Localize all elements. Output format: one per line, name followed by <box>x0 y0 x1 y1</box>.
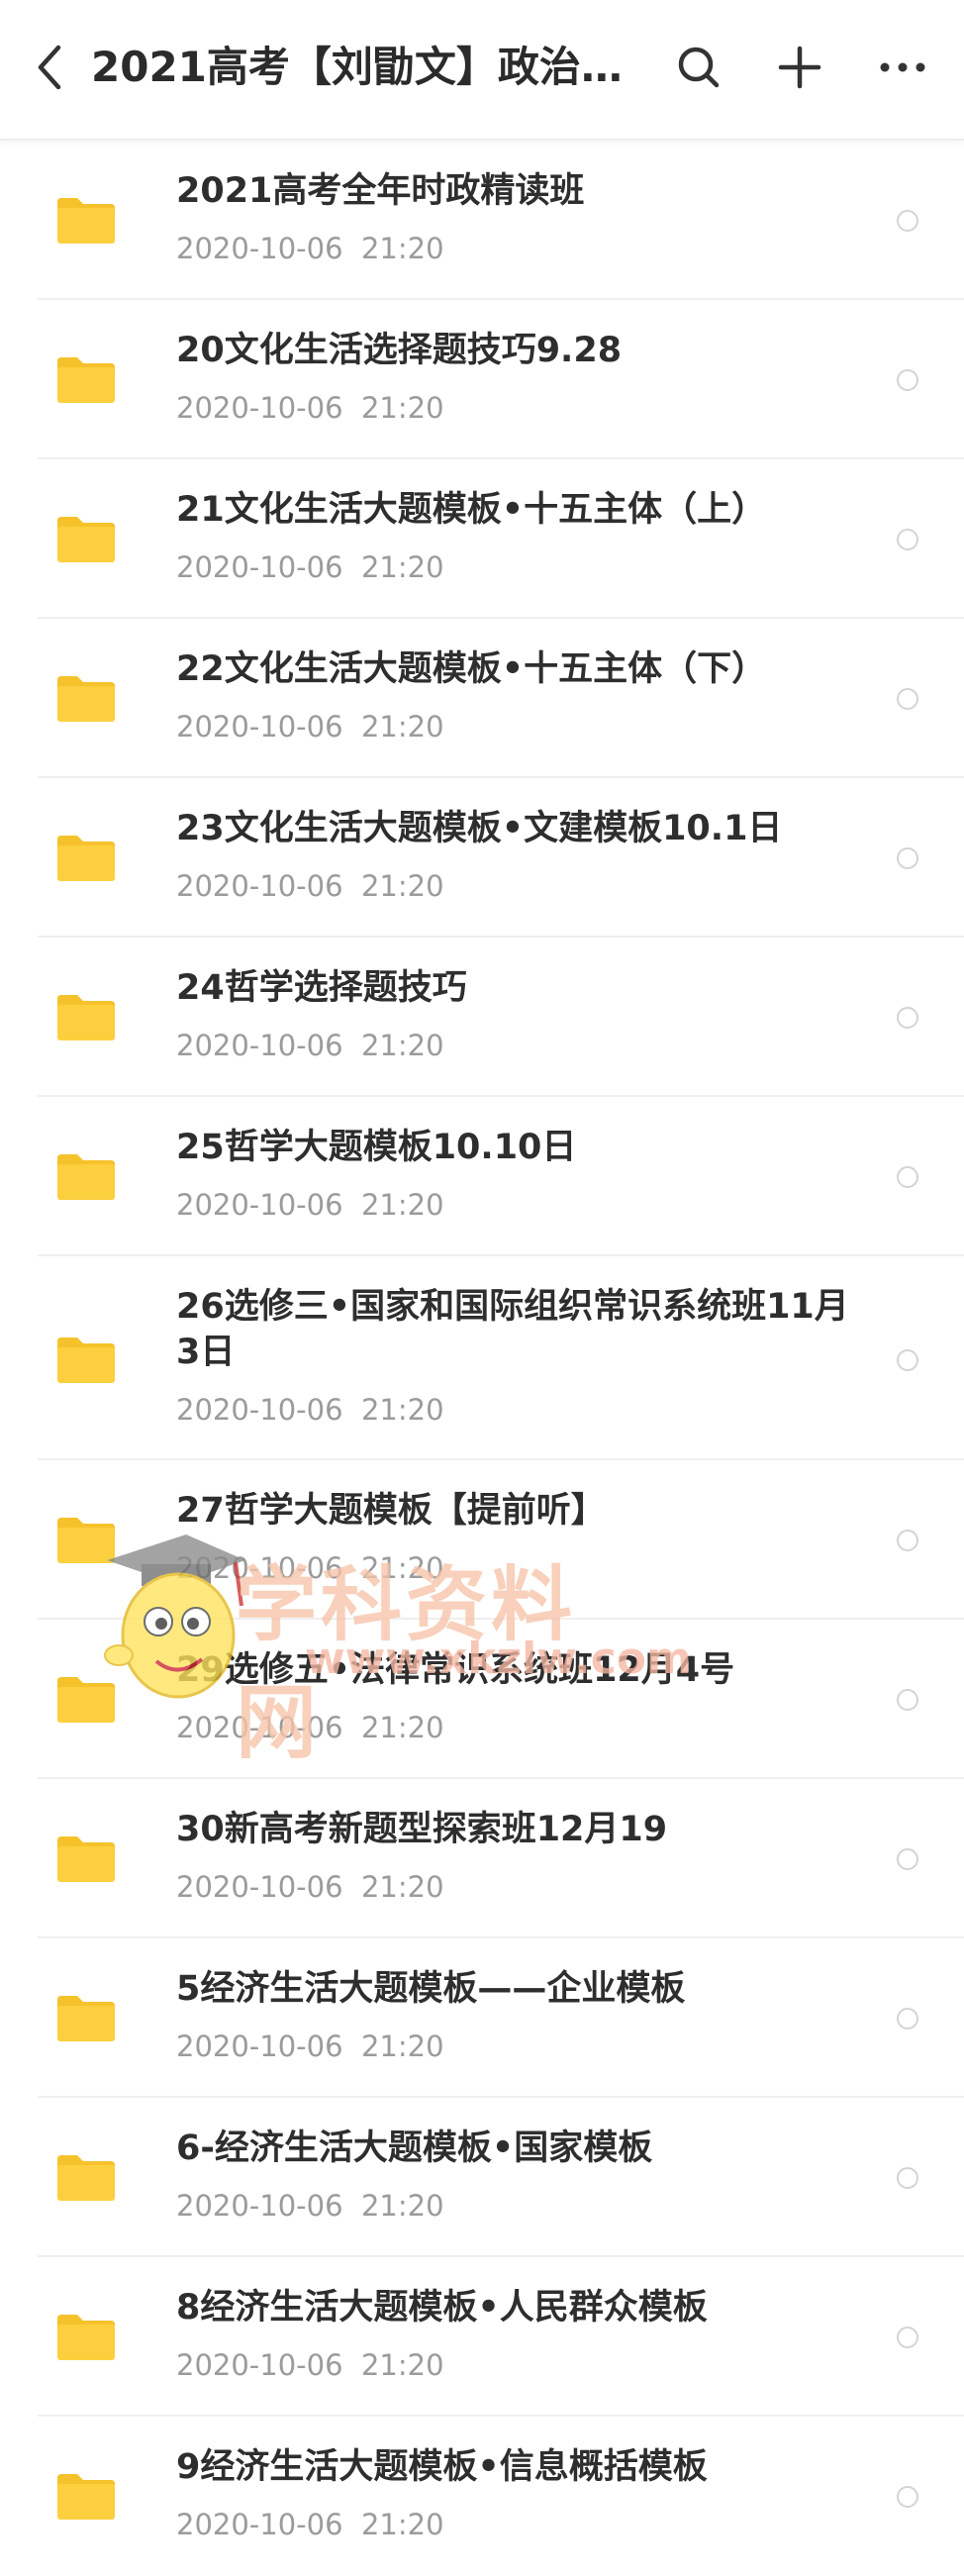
file-date: 2020-10-06 21:20 <box>176 1870 444 1904</box>
add-button[interactable] <box>768 36 831 99</box>
file-name: 25哲学大题模板10.10日 <box>176 1128 577 1167</box>
list-item[interactable]: 27哲学大题模板【提前听】 2020-10-06 21:20 <box>0 1460 964 1620</box>
folder-icon <box>57 517 115 562</box>
folder-icon <box>57 1338 115 1383</box>
file-date: 2020-10-06 21:20 <box>176 391 444 425</box>
file-date: 2020-10-06 21:20 <box>176 1393 444 1427</box>
folder-icon <box>57 1836 115 1882</box>
file-date: 2020-10-06 21:20 <box>176 550 444 584</box>
file-date: 2020-10-06 21:20 <box>176 2030 444 2063</box>
list-item[interactable]: 23文化生活大题模板•文建模板10.1日 2020-10-06 21:20 <box>0 778 964 938</box>
select-radio[interactable] <box>897 1848 918 1870</box>
select-radio[interactable] <box>897 2167 918 2189</box>
list-item[interactable]: 5经济生活大题模板——企业模板 2020-10-06 21:20 <box>0 1938 964 2098</box>
list-item[interactable]: 24哲学选择题技巧 2020-10-06 21:20 <box>0 938 964 1097</box>
select-radio[interactable] <box>897 2486 918 2508</box>
list-item[interactable]: 26选修三•国家和国际组织常识系统班11月3日 2020-10-06 21:20 <box>0 1256 964 1460</box>
folder-icon <box>57 1996 115 2041</box>
select-radio[interactable] <box>897 529 918 550</box>
select-radio[interactable] <box>897 1689 918 1711</box>
file-date: 2020-10-06 21:20 <box>176 869 444 903</box>
folder-icon <box>57 2474 115 2520</box>
select-radio[interactable] <box>897 2327 918 2348</box>
search-button[interactable] <box>667 36 730 99</box>
file-name: 24哲学选择题技巧 <box>176 968 467 1008</box>
more-button[interactable] <box>871 36 934 99</box>
list-item[interactable]: 2021高考全年时政精读班 2020-10-06 21:20 <box>0 141 964 300</box>
list-item[interactable]: 21文化生活大题模板•十五主体（上） 2020-10-06 21:20 <box>0 459 964 619</box>
select-radio[interactable] <box>897 847 918 869</box>
select-radio[interactable] <box>897 1007 918 1029</box>
folder-icon <box>57 995 115 1040</box>
file-name: 26选修三•国家和国际组织常识系统班11月3日 <box>176 1287 849 1372</box>
file-name: 29选修五•法律常识系统班12月4号 <box>176 1650 735 1690</box>
file-date: 2020-10-06 21:20 <box>176 1188 444 1222</box>
file-name: 21文化生活大题模板•十五主体（上） <box>176 490 767 530</box>
chevron-left-icon <box>38 45 61 90</box>
list-item[interactable]: 22文化生活大题模板•十五主体（下） 2020-10-06 21:20 <box>0 619 964 778</box>
file-name: 20文化生活选择题技巧9.28 <box>176 331 623 370</box>
select-radio[interactable] <box>897 210 918 232</box>
list-item[interactable]: 29选修五•法律常识系统班12月4号 2020-10-06 21:20 <box>0 1620 964 1779</box>
file-name: 8经济生活大题模板•人民群众模板 <box>176 2288 708 2328</box>
file-date: 2020-10-06 21:20 <box>176 232 444 265</box>
folder-icon <box>57 2315 115 2360</box>
folder-icon <box>57 198 115 244</box>
select-radio[interactable] <box>897 369 918 391</box>
list-item[interactable]: 9经济生活大题模板•信息概括模板 2020-10-06 21:20 <box>0 2417 964 2576</box>
search-icon <box>678 47 720 88</box>
file-name: 5经济生活大题模板——企业模板 <box>176 1969 686 2009</box>
folder-icon <box>57 836 115 881</box>
file-date: 2020-10-06 21:20 <box>176 1711 444 1744</box>
folder-icon <box>57 676 115 722</box>
back-button[interactable] <box>24 38 75 97</box>
file-date: 2020-10-06 21:20 <box>176 2348 444 2382</box>
folder-icon <box>57 1154 115 1200</box>
select-radio[interactable] <box>897 688 918 710</box>
select-radio[interactable] <box>897 1530 918 1551</box>
folder-icon <box>57 1677 115 1723</box>
more-horizontal-icon <box>880 62 925 72</box>
list-item[interactable]: 6-经济生活大题模板•国家模板 2020-10-06 21:20 <box>0 2098 964 2257</box>
file-name: 9经济生活大题模板•信息概括模板 <box>176 2447 708 2487</box>
list-item[interactable]: 8经济生活大题模板•人民群众模板 2020-10-06 21:20 <box>0 2257 964 2417</box>
page-title: 2021高考【刘勖文】政治一… <box>91 43 655 91</box>
file-name: 6-经济生活大题模板•国家模板 <box>176 2129 653 2168</box>
list-item[interactable]: 30新高考新题型探索班12月19 2020-10-06 21:20 <box>0 1779 964 1938</box>
folder-icon <box>57 2155 115 2201</box>
file-list: 2021高考全年时政精读班 2020-10-06 21:20 20文化生活选择题技巧… <box>0 141 964 2576</box>
file-date: 2020-10-06 21:20 <box>176 710 444 743</box>
select-radio[interactable] <box>897 1349 918 1371</box>
file-name: 23文化生活大题模板•文建模板10.1日 <box>176 809 783 848</box>
file-name: 27哲学大题模板【提前听】 <box>176 1491 606 1531</box>
list-item[interactable]: 20文化生活选择题技巧9.28 2020-10-06 21:20 <box>0 300 964 459</box>
file-name: 22文化生活大题模板•十五主体（下） <box>176 649 767 689</box>
file-date: 2020-10-06 21:20 <box>176 2189 444 2223</box>
select-radio[interactable] <box>897 1166 918 1188</box>
file-name: 2021高考全年时政精读班 <box>176 171 585 211</box>
folder-icon <box>57 1518 115 1563</box>
file-date: 2020-10-06 21:20 <box>176 1029 444 1062</box>
file-date: 2020-10-06 21:20 <box>176 2508 444 2541</box>
file-date: 2020-10-06 21:20 <box>176 1551 444 1585</box>
select-radio[interactable] <box>897 2008 918 2030</box>
file-name: 30新高考新题型探索班12月19 <box>176 1810 668 1849</box>
top-bar: 2021高考【刘勖文】政治一… <box>0 0 964 141</box>
list-item[interactable]: 25哲学大题模板10.10日 2020-10-06 21:20 <box>0 1097 964 1256</box>
plus-icon <box>778 46 821 89</box>
folder-icon <box>57 357 115 403</box>
